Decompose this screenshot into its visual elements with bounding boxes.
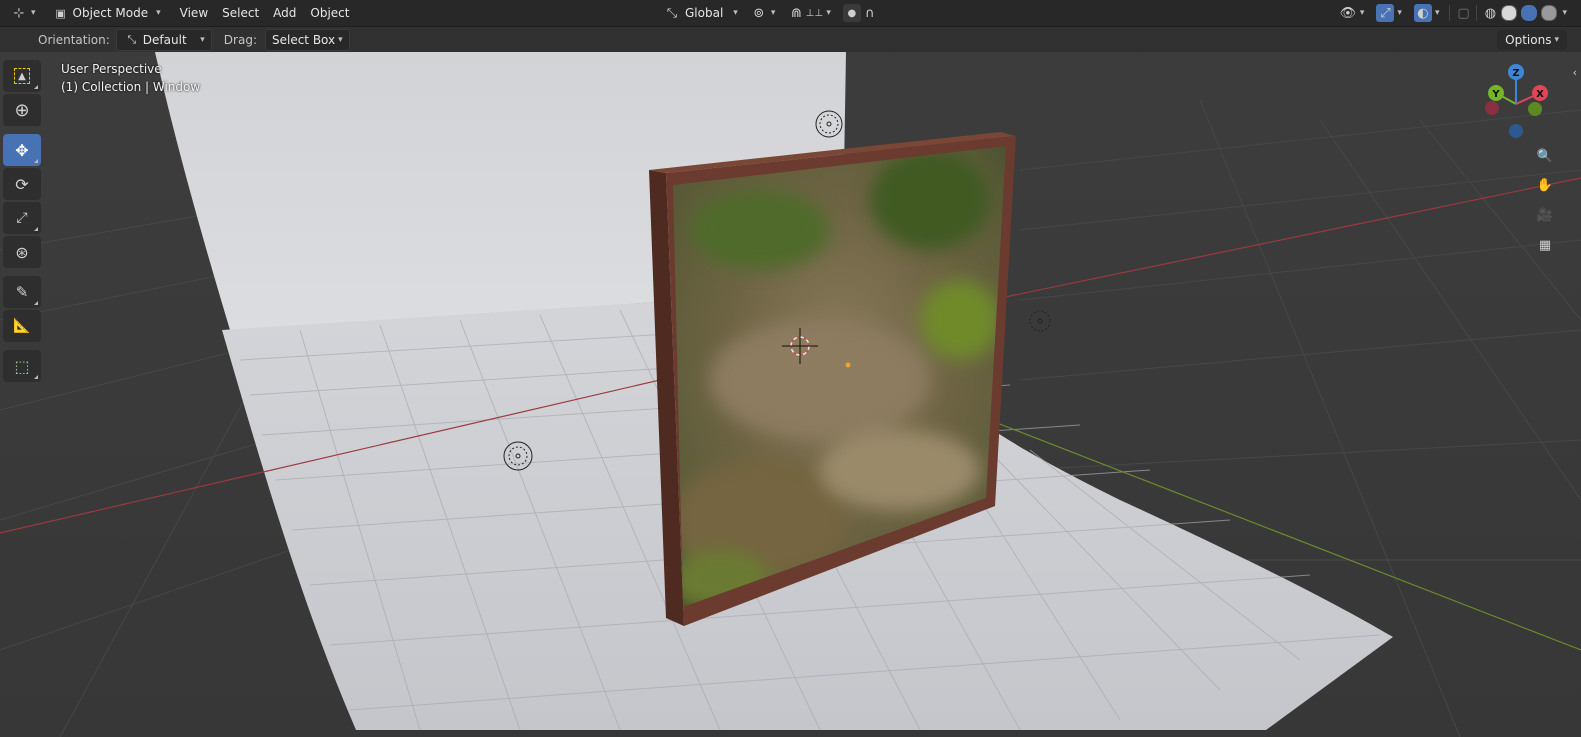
gizmo-z-label: Z <box>1512 68 1519 79</box>
zoom-button[interactable]: 🔍 <box>1532 143 1558 169</box>
move-icon: ✥ <box>15 140 29 160</box>
transform-tool[interactable]: ⊛ <box>3 236 41 268</box>
header-separator <box>1476 5 1478 21</box>
rotate-tool[interactable]: ⟳ <box>3 168 41 200</box>
overlay-toggle[interactable]: ◐ ▾ <box>1408 3 1446 23</box>
chevron-down-icon[interactable]: ▾ <box>1562 8 1567 18</box>
viewport-info: User Perspective (1) Collection | Window <box>61 60 200 96</box>
snap-icon: ⋒ <box>790 5 802 21</box>
3d-viewport[interactable] <box>0 0 1581 737</box>
orientation-axes-icon: ⤡ <box>666 5 678 21</box>
overlay-icon: ◐ <box>1413 4 1432 22</box>
chevron-down-icon: ▾ <box>1397 8 1402 18</box>
drag-dropdown[interactable]: Select Box ▾ <box>264 28 350 51</box>
pan-button[interactable]: ✋ <box>1532 172 1558 198</box>
measure-tool[interactable]: 📐 <box>3 310 41 342</box>
chevron-down-icon: ▾ <box>770 8 776 18</box>
menu-object[interactable]: Object <box>303 3 356 23</box>
navigation-gizmo[interactable]: Z Y X <box>1478 62 1558 142</box>
perspective-toggle-button[interactable]: ▦ <box>1532 232 1558 258</box>
tool-settings-bar: Orientation: ⤡ Default ▾ Drag: Select Bo… <box>0 27 1581 52</box>
sidebar-toggle[interactable]: ‹ <box>1573 66 1577 79</box>
rotate-icon: ⟳ <box>15 174 29 194</box>
menu-select[interactable]: Select <box>215 3 266 23</box>
wireframe-shading-icon[interactable]: ◍ <box>1481 4 1499 22</box>
blender-window: ⊹ ▾ ▣ Object Mode ▾ View Select Add Objec… <box>0 0 1581 737</box>
zoom-icon: 🔍 <box>1536 148 1554 164</box>
orientation-value: Default <box>142 32 187 47</box>
object-origin <box>845 362 851 368</box>
ruler-icon: 📐 <box>13 318 31 334</box>
transform-orientation-label: Global <box>685 6 724 20</box>
tool-shelf: ▲ ⊕ ✥ ⟳ ⤢ ⊛ ✎ 📐 ⬚ <box>3 60 43 384</box>
chevron-down-icon: ▾ <box>1359 8 1365 18</box>
scale-icon: ⤢ <box>16 210 28 226</box>
chevron-down-icon: ▾ <box>1434 8 1440 18</box>
transform-orientation-dropdown[interactable]: ⤡ Global ▾ <box>657 3 744 23</box>
proportional-edit-toggle[interactable]: ● ∩ <box>837 3 885 23</box>
rendered-shading-icon[interactable] <box>1541 5 1558 21</box>
pencil-icon: ✎ <box>15 283 29 301</box>
viewport-editor-icon: ⊹ <box>13 5 25 21</box>
hand-icon: ✋ <box>1536 177 1554 193</box>
object-mode-icon: ▣ <box>55 6 66 20</box>
viewport-header: ⊹ ▾ ▣ Object Mode ▾ View Select Add Objec… <box>0 0 1581 27</box>
cursor-icon: ⊕ <box>14 99 30 121</box>
move-tool[interactable]: ✥ <box>3 134 41 166</box>
orientation-dropdown[interactable]: ⤡ Default ▾ <box>115 28 212 51</box>
material-shading-icon[interactable] <box>1521 5 1538 21</box>
chevron-down-icon: ▾ <box>1554 35 1559 45</box>
annotate-tool[interactable]: ✎ <box>3 276 41 308</box>
pivot-icon: ⊚ <box>753 5 765 21</box>
chevron-down-icon: ▾ <box>156 8 161 18</box>
editor-type-menu[interactable]: ⊹ ▾ <box>4 3 42 23</box>
visibility-dropdown[interactable]: 👁 ▾ <box>1333 3 1371 23</box>
gizmo-x-label: X <box>1536 89 1544 100</box>
collection-info: (1) Collection | Window <box>61 80 201 94</box>
drag-value: Select Box <box>271 32 336 47</box>
view-name: User Perspective <box>61 62 162 76</box>
gizmo-neg-x[interactable] <box>1485 101 1499 115</box>
snap-toggle[interactable]: ⋒ ⊥⊥ ▾ <box>781 3 837 23</box>
chevron-down-icon: ▾ <box>826 8 831 18</box>
camera-view-button[interactable]: 🎥 <box>1532 202 1558 228</box>
drag-label: Drag: <box>223 32 257 47</box>
orientation-label: Orientation: <box>38 32 110 47</box>
select-box-icon: ▲ <box>14 68 30 84</box>
gizmo-neg-z[interactable] <box>1509 124 1523 138</box>
chevron-down-icon: ▾ <box>338 34 343 45</box>
cursor-tool[interactable]: ⊕ <box>3 94 41 126</box>
mode-dropdown[interactable]: ▣ Object Mode ▾ <box>46 3 167 23</box>
options-dropdown[interactable]: Options ▾ <box>1497 30 1567 50</box>
snap-increment-icon: ⊥⊥ <box>805 7 824 19</box>
solid-shading-icon[interactable] <box>1501 5 1518 21</box>
eye-icon: 👁 <box>1339 5 1357 21</box>
chevron-down-icon: ▾ <box>31 8 36 18</box>
chevron-down-icon: ▾ <box>200 34 205 45</box>
add-cube-icon: ⬚ <box>14 356 30 376</box>
falloff-curve-icon: ∩ <box>865 5 875 21</box>
mode-label: Object Mode <box>72 6 149 20</box>
transform-icon: ⊛ <box>15 242 29 262</box>
gizmo-y-label: Y <box>1491 89 1500 100</box>
gizmo-toggle[interactable]: ⤢ ▾ <box>1370 3 1408 23</box>
header-separator <box>1449 5 1451 21</box>
chevron-down-icon: ▾ <box>733 8 738 18</box>
grid-perspective-icon: ▦ <box>1538 237 1552 253</box>
proportional-edit-icon: ● <box>842 4 861 22</box>
add-cube-tool[interactable]: ⬚ <box>3 350 41 382</box>
pivot-point-dropdown[interactable]: ⊚ ▾ <box>744 3 782 23</box>
gizmo-icon: ⤢ <box>1376 4 1395 22</box>
scale-tool[interactable]: ⤢ <box>3 202 41 234</box>
camera-icon: 🎥 <box>1536 207 1554 223</box>
orientation-axes-icon: ⤡ <box>127 32 137 46</box>
gizmo-neg-y[interactable] <box>1528 102 1542 116</box>
menu-view[interactable]: View <box>173 3 215 23</box>
select-box-tool[interactable]: ▲ <box>3 60 41 92</box>
xray-icon[interactable]: ▢ <box>1454 4 1472 22</box>
menu-add[interactable]: Add <box>266 3 303 23</box>
options-label: Options <box>1505 33 1552 47</box>
